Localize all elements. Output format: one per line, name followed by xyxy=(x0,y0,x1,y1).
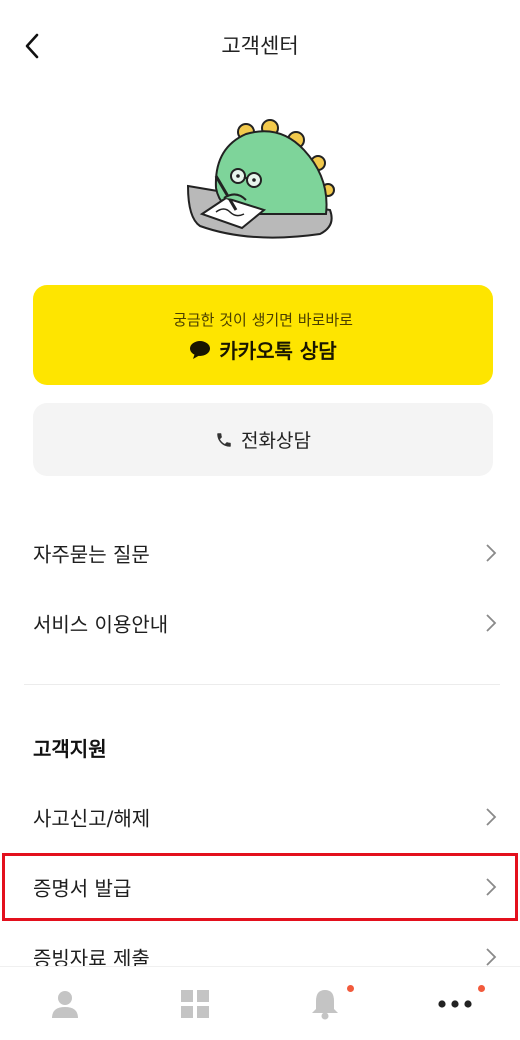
phone-consult-label: 전화상담 xyxy=(241,430,311,452)
tab-menu-grid[interactable] xyxy=(130,967,260,1040)
tab-profile[interactable] xyxy=(0,967,130,1040)
profile-icon xyxy=(52,991,78,1018)
notification-badge xyxy=(347,985,354,992)
section-divider xyxy=(24,684,500,685)
chevron-right-icon xyxy=(486,948,497,966)
grid-icon xyxy=(181,990,209,1018)
chevron-right-icon xyxy=(486,614,497,632)
bell-icon xyxy=(312,990,338,1020)
more-icon xyxy=(438,1000,472,1008)
kakao-consult-subtitle: 궁금한 것이 생기면 바로바로 xyxy=(173,311,353,329)
phone-consult-button[interactable]: 전화상담 xyxy=(33,403,493,476)
tab-notifications[interactable] xyxy=(260,967,390,1040)
menu-item-accident-report[interactable]: 사고신고/해제 xyxy=(0,782,520,852)
bottom-tab-bar xyxy=(0,966,520,1040)
section-title-support: 고객지원 xyxy=(33,737,107,761)
speech-bubble-icon xyxy=(190,340,211,359)
chevron-right-icon xyxy=(486,808,497,826)
mascot-illustration xyxy=(186,119,335,239)
tab-more[interactable] xyxy=(390,967,520,1040)
phone-icon xyxy=(217,432,231,447)
menu-item-label: 자주묻는 질문 xyxy=(33,542,150,567)
more-badge xyxy=(478,985,485,992)
page-title: 고객센터 xyxy=(221,34,299,58)
menu-item-service-guide[interactable]: 서비스 이용안내 xyxy=(0,588,520,658)
menu-item-label: 사고신고/해제 xyxy=(33,806,151,831)
kakao-consult-button[interactable]: 궁금한 것이 생기면 바로바로 카카오톡 상담 xyxy=(33,285,493,385)
header: 고객센터 xyxy=(0,0,520,92)
chevron-right-icon xyxy=(486,544,497,562)
kakao-consult-label: 카카오톡 상담 xyxy=(219,339,337,363)
menu-item-faq[interactable]: 자주묻는 질문 xyxy=(0,518,520,588)
menu-item-label: 서비스 이용안내 xyxy=(33,612,169,637)
highlight-box xyxy=(2,853,518,921)
kakao-consult-label-row: 카카오톡 상담 xyxy=(33,335,493,364)
